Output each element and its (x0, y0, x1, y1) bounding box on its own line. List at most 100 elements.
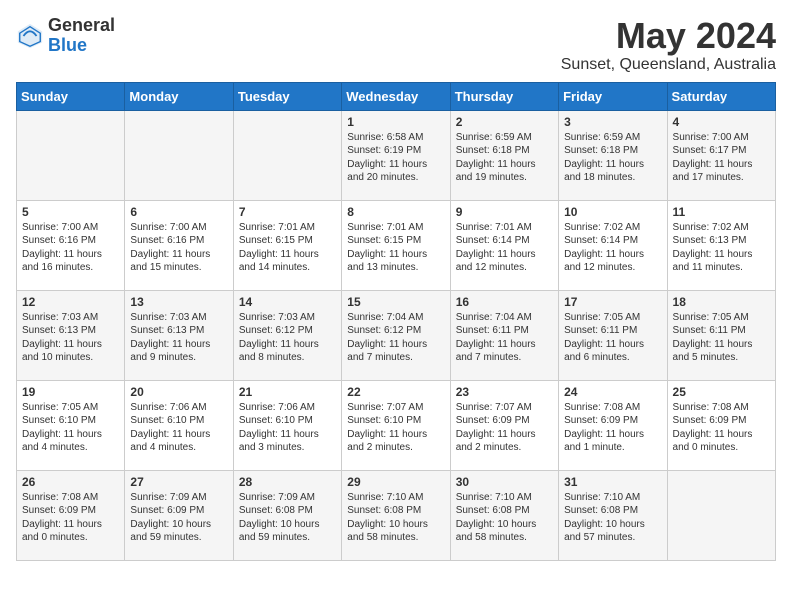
logo: General Blue (16, 16, 115, 56)
day-info: Sunrise: 7:04 AM Sunset: 6:12 PM Dayligh… (347, 311, 444, 365)
calendar-cell: 17Sunrise: 7:05 AM Sunset: 6:11 PM Dayli… (559, 290, 667, 380)
day-number: 3 (564, 115, 661, 129)
calendar-cell: 20 Sunrise: 7:06 AM Sunset: 6:10 PM Dayli… (125, 380, 233, 470)
day-info: Sunrise: 7:05 AM Sunset: 6:11 PM Dayligh… (564, 311, 661, 365)
day-info: Sunrise: 7:06 AM Sunset: 6:10 PM Dayligh… (239, 401, 336, 455)
calendar-cell: 6 Sunrise: 7:00 AM Sunset: 6:16 PM Daylig… (125, 200, 233, 290)
logo-blue-text: Blue (48, 36, 115, 56)
calendar-cell: 12 Sunrise: 7:03 AM Sunset: 6:13 PM Dayli… (17, 290, 125, 380)
week-row-4: 19Sunrise: 7:05 AM Sunset: 6:10 PM Dayli… (17, 380, 776, 470)
day-info: Sunrise: 7:00 AM Sunset: 6:16 PM Dayligh… (130, 221, 227, 275)
day-info: Sunrise: 7:03 AM Sunset: 6:13 PM Dayligh… (22, 311, 119, 365)
day-info: Sunrise: 7:09 AM Sunset: 6:09 PM Dayligh… (130, 491, 227, 545)
title-block: May 2024 Sunset, Queensland, Australia (561, 16, 776, 74)
day-info: Sunrise: 7:05 AM Sunset: 6:11 PM Dayligh… (673, 311, 770, 365)
day-info: Sunrise: 7:03 AM Sunset: 6:12 PM Dayligh… (239, 311, 336, 365)
header-cell-sunday: Sunday (17, 82, 125, 110)
day-info: Sunrise: 7:00 AM Sunset: 6:16 PM Dayligh… (22, 221, 119, 275)
day-number: 13 (130, 295, 227, 309)
day-info: Sunrise: 7:01 AM Sunset: 6:14 PM Dayligh… (456, 221, 553, 275)
day-info: Sunrise: 6:59 AM Sunset: 6:18 PM Dayligh… (456, 131, 553, 185)
day-number: 19 (22, 385, 119, 399)
calendar-cell (17, 110, 125, 200)
day-number: 9 (456, 205, 553, 219)
day-info: Sunrise: 7:02 AM Sunset: 6:13 PM Dayligh… (673, 221, 770, 275)
page-header: General Blue May 2024 Sunset, Queensland… (16, 16, 776, 74)
calendar-cell (233, 110, 341, 200)
calendar-cell: 31Sunrise: 7:10 AM Sunset: 6:08 PM Dayli… (559, 470, 667, 560)
day-info: Sunrise: 7:08 AM Sunset: 6:09 PM Dayligh… (673, 401, 770, 455)
calendar-cell: 1 Sunrise: 6:58 AM Sunset: 6:19 PM Daylig… (342, 110, 450, 200)
day-number: 7 (239, 205, 336, 219)
calendar-cell: 14 Sunrise: 7:03 AM Sunset: 6:12 PM Dayli… (233, 290, 341, 380)
day-number: 23 (456, 385, 553, 399)
day-number: 25 (673, 385, 770, 399)
week-row-3: 12 Sunrise: 7:03 AM Sunset: 6:13 PM Dayli… (17, 290, 776, 380)
day-number: 12 (22, 295, 119, 309)
day-number: 22 (347, 385, 444, 399)
day-number: 11 (673, 205, 770, 219)
day-number: 6 (130, 205, 227, 219)
week-row-5: 26 Sunrise: 7:08 AM Sunset: 6:09 PM Dayli… (17, 470, 776, 560)
calendar-cell: 3 Sunrise: 6:59 AM Sunset: 6:18 PM Daylig… (559, 110, 667, 200)
day-info: Sunrise: 7:07 AM Sunset: 6:09 PM Dayligh… (456, 401, 553, 455)
day-number: 2 (456, 115, 553, 129)
calendar-cell: 8 Sunrise: 7:01 AM Sunset: 6:15 PM Daylig… (342, 200, 450, 290)
day-info: Sunrise: 7:01 AM Sunset: 6:15 PM Dayligh… (347, 221, 444, 275)
day-number: 10 (564, 205, 661, 219)
day-number: 30 (456, 475, 553, 489)
day-info: Sunrise: 7:04 AM Sunset: 6:11 PM Dayligh… (456, 311, 553, 365)
day-number: 1 (347, 115, 444, 129)
day-info: Sunrise: 7:02 AM Sunset: 6:14 PM Dayligh… (564, 221, 661, 275)
calendar-cell: 2 Sunrise: 6:59 AM Sunset: 6:18 PM Daylig… (450, 110, 558, 200)
calendar-body: 1 Sunrise: 6:58 AM Sunset: 6:19 PM Daylig… (17, 110, 776, 560)
day-number: 27 (130, 475, 227, 489)
calendar-cell (125, 110, 233, 200)
calendar-cell: 11 Sunrise: 7:02 AM Sunset: 6:13 PM Dayli… (667, 200, 775, 290)
calendar-cell: 16 Sunrise: 7:04 AM Sunset: 6:11 PM Dayli… (450, 290, 558, 380)
calendar-cell: 19Sunrise: 7:05 AM Sunset: 6:10 PM Dayli… (17, 380, 125, 470)
day-number: 24 (564, 385, 661, 399)
header-cell-saturday: Saturday (667, 82, 775, 110)
logo-icon (16, 22, 44, 50)
day-number: 28 (239, 475, 336, 489)
calendar-cell: 18 Sunrise: 7:05 AM Sunset: 6:11 PM Dayli… (667, 290, 775, 380)
day-number: 8 (347, 205, 444, 219)
day-info: Sunrise: 6:58 AM Sunset: 6:19 PM Dayligh… (347, 131, 444, 185)
day-info: Sunrise: 7:10 AM Sunset: 6:08 PM Dayligh… (456, 491, 553, 545)
day-number: 16 (456, 295, 553, 309)
day-info: Sunrise: 6:59 AM Sunset: 6:18 PM Dayligh… (564, 131, 661, 185)
day-number: 26 (22, 475, 119, 489)
main-title: May 2024 (561, 16, 776, 56)
day-number: 29 (347, 475, 444, 489)
calendar-cell: 13Sunrise: 7:03 AM Sunset: 6:13 PM Dayli… (125, 290, 233, 380)
calendar-cell: 25 Sunrise: 7:08 AM Sunset: 6:09 PM Dayli… (667, 380, 775, 470)
day-number: 4 (673, 115, 770, 129)
calendar-cell: 27 Sunrise: 7:09 AM Sunset: 6:09 PM Dayli… (125, 470, 233, 560)
subtitle: Sunset, Queensland, Australia (561, 56, 776, 74)
header-cell-monday: Monday (125, 82, 233, 110)
day-number: 14 (239, 295, 336, 309)
logo-general-text: General (48, 16, 115, 36)
day-info: Sunrise: 7:06 AM Sunset: 6:10 PM Dayligh… (130, 401, 227, 455)
day-number: 20 (130, 385, 227, 399)
day-info: Sunrise: 7:10 AM Sunset: 6:08 PM Dayligh… (347, 491, 444, 545)
header-cell-tuesday: Tuesday (233, 82, 341, 110)
calendar-cell: 24Sunrise: 7:08 AM Sunset: 6:09 PM Dayli… (559, 380, 667, 470)
calendar-cell: 28Sunrise: 7:09 AM Sunset: 6:08 PM Dayli… (233, 470, 341, 560)
header-cell-thursday: Thursday (450, 82, 558, 110)
calendar-cell: 9 Sunrise: 7:01 AM Sunset: 6:14 PM Daylig… (450, 200, 558, 290)
calendar-cell: 4 Sunrise: 7:00 AM Sunset: 6:17 PM Daylig… (667, 110, 775, 200)
header-cell-friday: Friday (559, 82, 667, 110)
calendar-cell: 5 Sunrise: 7:00 AM Sunset: 6:16 PM Daylig… (17, 200, 125, 290)
header-cell-wednesday: Wednesday (342, 82, 450, 110)
day-info: Sunrise: 7:08 AM Sunset: 6:09 PM Dayligh… (22, 491, 119, 545)
calendar-cell: 26 Sunrise: 7:08 AM Sunset: 6:09 PM Dayli… (17, 470, 125, 560)
calendar-cell: 15Sunrise: 7:04 AM Sunset: 6:12 PM Dayli… (342, 290, 450, 380)
day-number: 18 (673, 295, 770, 309)
header-row: SundayMondayTuesdayWednesdayThursdayFrid… (17, 82, 776, 110)
day-info: Sunrise: 7:00 AM Sunset: 6:17 PM Dayligh… (673, 131, 770, 185)
day-info: Sunrise: 7:10 AM Sunset: 6:08 PM Dayligh… (564, 491, 661, 545)
calendar-cell: 22Sunrise: 7:07 AM Sunset: 6:10 PM Dayli… (342, 380, 450, 470)
day-number: 5 (22, 205, 119, 219)
